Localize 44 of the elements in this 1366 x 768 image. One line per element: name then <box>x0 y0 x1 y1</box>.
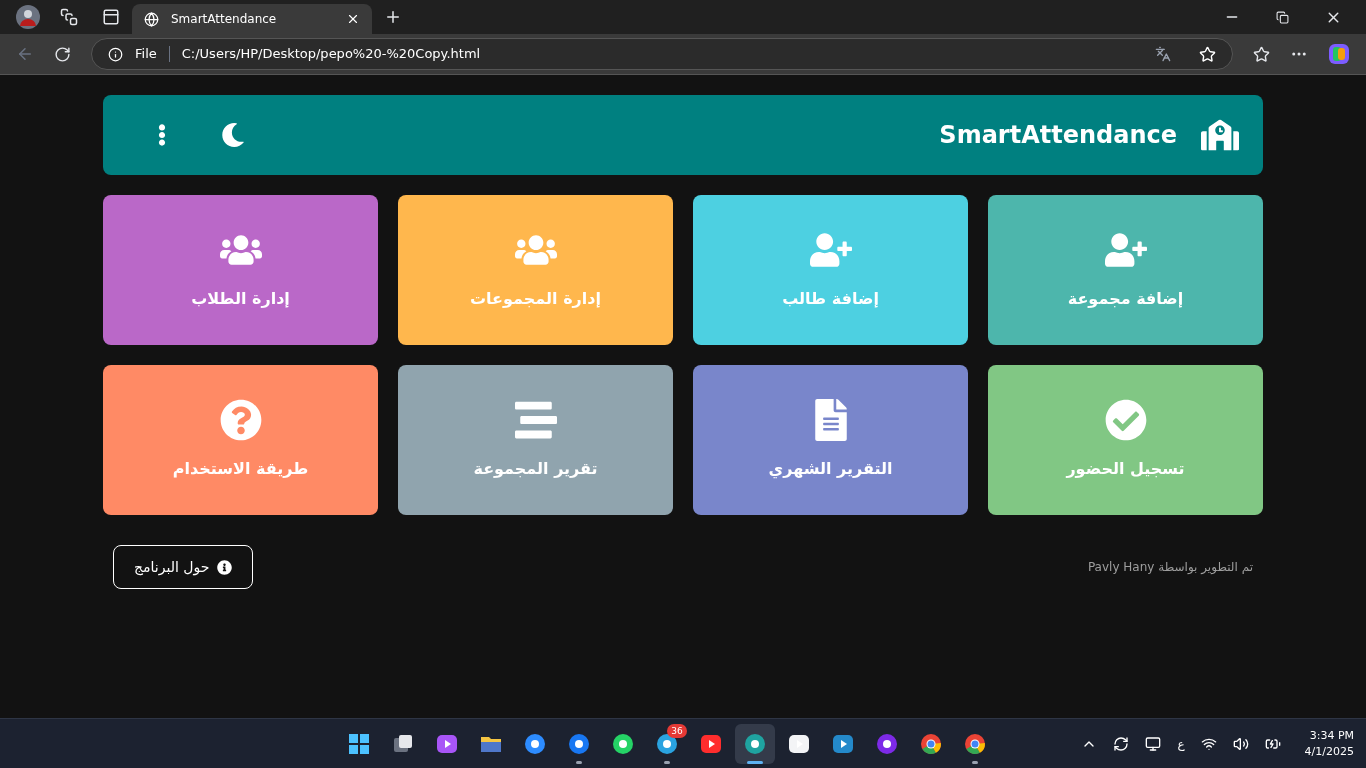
star-icon[interactable] <box>1199 45 1216 63</box>
favorites-icon[interactable] <box>1253 45 1270 63</box>
about-button[interactable]: حول البرنامج <box>113 545 254 589</box>
menu-tile[interactable]: تقرير المجموعة <box>398 365 673 515</box>
translate-icon[interactable] <box>1155 46 1171 62</box>
taskbar-button[interactable] <box>734 723 775 764</box>
developer-credit: تم التطوير بواسطة Pavly Hany <box>1087 559 1253 575</box>
profile-avatar-icon[interactable] <box>16 5 40 29</box>
clock-time: 3:34 PM <box>1309 727 1354 744</box>
url-text: C:/Users/HP/Desktop/pepo%20-%20Copy.html <box>181 45 481 64</box>
info-icon <box>108 46 123 62</box>
volume-icon[interactable] <box>1232 735 1249 752</box>
menu-tile[interactable]: تسجيل الحضور <box>988 365 1263 515</box>
bar-list-icon <box>514 399 557 441</box>
menu-tile[interactable]: طريقة الاستخدام <box>103 365 378 515</box>
info-icon <box>217 559 233 575</box>
menu-tile[interactable]: إضافة مجموعة <box>988 195 1263 345</box>
menu-tile[interactable]: إدارة المجموعات <box>398 195 673 345</box>
reload-icon[interactable] <box>54 45 71 63</box>
tab-actions-icon[interactable] <box>102 8 120 26</box>
windows-logo-icon <box>346 731 371 756</box>
address-bar[interactable]: File C:/Users/HP/Desktop/pepo%20-%20Copy.html <box>91 38 1233 70</box>
close-icon[interactable] <box>346 12 360 26</box>
browser-tab[interactable]: SmartAttendance <box>132 4 372 34</box>
sync-icon[interactable] <box>1113 735 1130 752</box>
app-title: SmartAttendance <box>939 120 1177 151</box>
chrome-icon <box>918 731 943 756</box>
chrome-icon <box>962 731 987 756</box>
notification-badge: 36 <box>667 723 687 738</box>
taskbar-button[interactable]: 36 <box>646 723 687 764</box>
circle-logo-icon <box>874 731 899 756</box>
menu-tile[interactable]: التقرير الشهري <box>693 365 968 515</box>
menu-tile[interactable]: إضافة طالب <box>693 195 968 345</box>
moon-icon[interactable] <box>221 123 245 147</box>
restore-icon[interactable] <box>1276 10 1289 24</box>
scheme-label: File <box>135 45 157 64</box>
clock-date: 4/1/2025 <box>1304 743 1354 760</box>
new-tab-icon[interactable] <box>384 8 402 26</box>
input-language[interactable]: ع <box>1177 735 1185 752</box>
menu-tile[interactable]: إدارة الطلاب <box>103 195 378 345</box>
help-icon <box>219 399 262 441</box>
globe-icon <box>144 11 159 27</box>
display-icon[interactable] <box>1145 735 1162 752</box>
workspaces-icon[interactable] <box>60 8 78 26</box>
